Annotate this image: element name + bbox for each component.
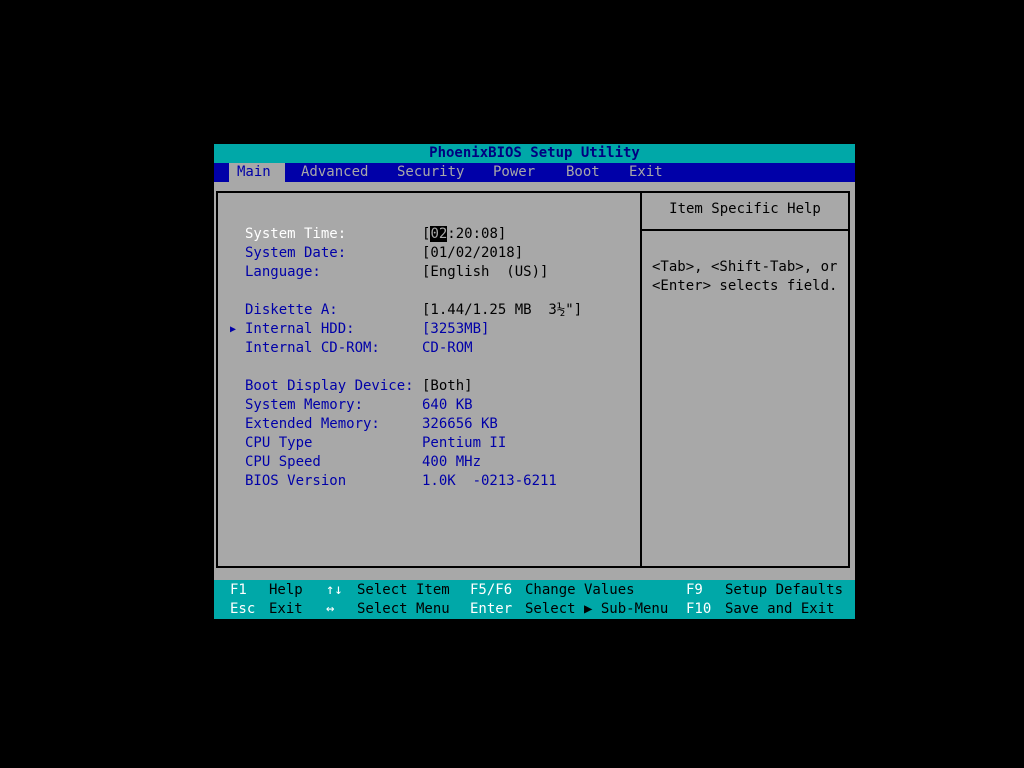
extended-memory-label: Extended Memory: bbox=[245, 416, 380, 432]
internal-hdd-label[interactable]: Internal HDD: bbox=[245, 320, 355, 339]
tab-advanced[interactable]: Advanced bbox=[301, 163, 368, 182]
system-memory-label: System Memory: bbox=[245, 397, 364, 413]
system-date-label[interactable]: System Date: bbox=[245, 244, 346, 263]
leftright-desc: Select Menu bbox=[357, 601, 450, 617]
esc-key: Esc bbox=[230, 601, 256, 617]
system-date-field[interactable]: [01/02/2018] bbox=[422, 244, 523, 263]
f9-key: F9 bbox=[686, 582, 703, 598]
system-time-label[interactable]: System Time: bbox=[245, 225, 346, 244]
f1-key: F1 bbox=[230, 582, 247, 598]
enter-desc: Select ▶ Sub-Menu bbox=[525, 601, 669, 617]
cpu-speed-label: CPU Speed bbox=[245, 454, 321, 470]
system-time-hour-cursor[interactable]: 02 bbox=[430, 226, 448, 242]
tab-power[interactable]: Power bbox=[493, 163, 535, 182]
main-panel: Item Specific Help <Tab>, <Shift-Tab>, o… bbox=[214, 182, 855, 580]
enter-key: Enter bbox=[470, 601, 513, 617]
tab-exit[interactable]: Exit bbox=[629, 163, 663, 182]
tab-main[interactable]: Main bbox=[229, 163, 285, 182]
system-time-field[interactable]: [02:20:08] bbox=[422, 225, 506, 244]
esc-desc: Exit bbox=[269, 601, 303, 617]
language-label[interactable]: Language: bbox=[245, 263, 321, 282]
help-text-line-2: <Enter> selects field. bbox=[652, 278, 838, 294]
diskette-a-label[interactable]: Diskette A: bbox=[245, 301, 338, 320]
f10-desc: Save and Exit bbox=[725, 601, 835, 617]
internal-cdrom-value: CD-ROM bbox=[422, 340, 473, 356]
internal-cdrom-label: Internal CD-ROM: bbox=[245, 340, 380, 356]
cpu-type-label: CPU Type bbox=[245, 435, 313, 451]
window-title: PhoenixBIOS Setup Utility bbox=[214, 144, 855, 163]
f1-desc: Help bbox=[269, 582, 303, 598]
help-divider bbox=[642, 229, 848, 231]
f5f6-key: F5/F6 bbox=[470, 582, 513, 598]
f5f6-desc: Change Values bbox=[525, 582, 635, 598]
f10-key: F10 bbox=[686, 601, 712, 617]
leftright-arrows-icon: ↔ bbox=[326, 601, 335, 617]
bios-version-value: 1.0K -0213-6211 bbox=[422, 473, 557, 489]
cpu-type-value: Pentium II bbox=[422, 435, 507, 451]
help-text-line-1: <Tab>, <Shift-Tab>, or bbox=[652, 259, 838, 275]
key-legend: F1 Help ↑↓ Select Item F5/F6 Change Valu… bbox=[214, 580, 855, 619]
menu-bar: Main Advanced Security Power Boot Exit bbox=[214, 163, 855, 182]
tab-security[interactable]: Security bbox=[397, 163, 464, 182]
diskette-a-field[interactable]: [1.44/1.25 MB 3½"] bbox=[422, 301, 582, 320]
help-title: Item Specific Help bbox=[669, 201, 821, 217]
language-field[interactable]: [English (US)] bbox=[422, 263, 548, 282]
help-frame: Item Specific Help <Tab>, <Shift-Tab>, o… bbox=[640, 191, 850, 568]
submenu-arrow-icon: ▶ bbox=[230, 324, 237, 335]
tab-boot[interactable]: Boot bbox=[566, 163, 600, 182]
boot-display-field[interactable]: [Both] bbox=[422, 377, 473, 396]
bios-screen: PhoenixBIOS Setup Utility Main Advanced … bbox=[214, 144, 855, 619]
bios-version-label: BIOS Version bbox=[245, 473, 347, 489]
boot-display-label[interactable]: Boot Display Device: bbox=[245, 377, 414, 396]
system-memory-value: 640 KB bbox=[422, 397, 473, 413]
updown-desc: Select Item bbox=[357, 582, 450, 598]
system-time-rest: :20:08] bbox=[447, 226, 507, 242]
updown-arrows-icon: ↑↓ bbox=[326, 582, 343, 598]
f9-desc: Setup Defaults bbox=[725, 582, 844, 598]
cpu-speed-value: 400 MHz bbox=[422, 454, 482, 470]
internal-hdd-field[interactable]: [3253MB] bbox=[422, 320, 489, 339]
extended-memory-value: 326656 KB bbox=[422, 416, 498, 432]
